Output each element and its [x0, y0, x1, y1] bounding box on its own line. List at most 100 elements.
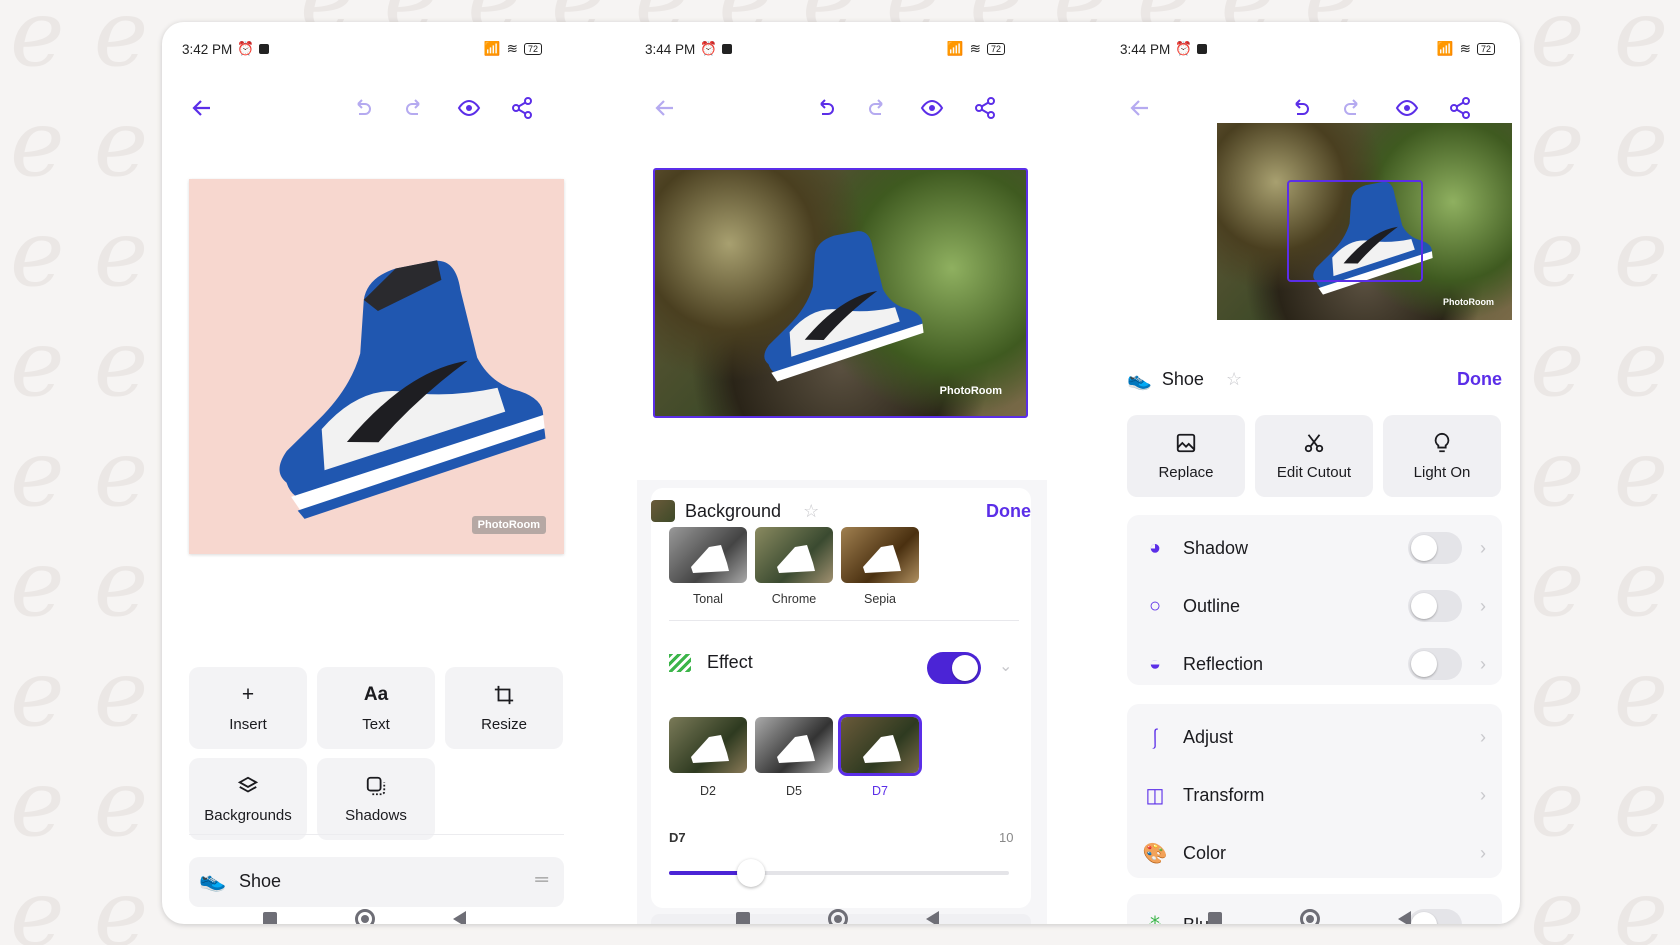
adjust-row[interactable]: ⎰ Adjust › — [1127, 708, 1502, 766]
palette-icon: 🎨 — [1142, 842, 1168, 865]
effect-row: Effect — [669, 652, 753, 673]
transform-icon: ◫ — [1145, 784, 1165, 807]
effect-label: D5 — [786, 784, 802, 798]
shadow-toggle[interactable] — [1408, 532, 1462, 564]
slider-max: 10 — [999, 830, 1014, 845]
preview-button[interactable] — [449, 84, 489, 132]
replace-button[interactable]: Replace — [1127, 415, 1245, 497]
share-icon — [975, 97, 995, 119]
intensity-slider[interactable] — [669, 859, 1009, 887]
battery-icon: 72 — [1476, 43, 1495, 55]
shadows-button[interactable]: Shadows — [317, 758, 435, 840]
recent-apps-icon[interactable] — [735, 912, 750, 924]
text-button[interactable]: Aa Text — [317, 667, 435, 749]
design-canvas[interactable]: PhotoRoom — [189, 179, 564, 554]
share-icon — [1450, 97, 1470, 119]
filter-sepia[interactable] — [841, 527, 919, 583]
shadow-row[interactable]: ◕ Shadow › — [1127, 519, 1502, 577]
done-button[interactable]: Done — [1457, 369, 1502, 390]
edit-cutout-button[interactable]: Edit Cutout — [1255, 415, 1373, 497]
back-button[interactable] — [182, 84, 222, 132]
text-icon: Aa — [363, 683, 389, 705]
design-canvas-selected[interactable]: PhotoRoom — [653, 168, 1028, 418]
back-button[interactable] — [645, 84, 685, 132]
photoroom-watermark: PhotoRoom — [1443, 297, 1494, 307]
share-button[interactable] — [502, 84, 542, 132]
wifi-icon: ≋ — [506, 41, 518, 56]
star-icon[interactable]: ☆ — [1226, 369, 1242, 390]
selection-box[interactable] — [1287, 180, 1423, 282]
layers-icon — [237, 775, 259, 797]
backgrounds-button[interactable]: Backgrounds — [189, 758, 307, 840]
redo-button[interactable] — [858, 84, 898, 132]
star-icon[interactable]: ☆ — [803, 501, 819, 522]
back-nav-icon[interactable] — [1398, 911, 1411, 924]
photoroom-watermark: PhotoRoom — [939, 385, 1002, 397]
screenshot-card: 3:42 PM ⏰ 📶 ≋ 72 PhotoRoom + Insert Aa T… — [162, 22, 1520, 924]
row-label: Adjust — [1183, 726, 1234, 747]
shoe-silhouette-icon — [691, 545, 729, 573]
action-label: Light On — [1413, 463, 1471, 481]
reflection-toggle[interactable] — [1408, 648, 1462, 680]
panel-title: Background — [685, 500, 782, 521]
slider-knob[interactable] — [736, 859, 765, 887]
panel-header: Background ☆ Done — [651, 495, 1031, 527]
back-nav-icon[interactable] — [452, 911, 466, 924]
tool-label: Resize — [481, 715, 527, 733]
preview-button[interactable] — [912, 84, 952, 132]
effect-d5[interactable] — [755, 717, 833, 773]
android-nav-bar — [1112, 904, 1507, 924]
insert-button[interactable]: + Insert — [189, 667, 307, 749]
alarm-icon: ⏰ — [700, 41, 718, 56]
signal-icon: 📶 — [1436, 41, 1454, 56]
layer-label: Shoe — [239, 871, 282, 891]
filter-chrome[interactable] — [755, 527, 833, 583]
redo-button[interactable] — [395, 84, 435, 132]
arrow-left-icon — [1130, 100, 1148, 116]
layer-row-shoe[interactable]: 👟 Shoe ═ — [189, 857, 564, 907]
phone-editor: 3:42 PM ⏰ 📶 ≋ 72 PhotoRoom + Insert Aa T… — [174, 22, 564, 924]
back-nav-icon[interactable] — [925, 911, 939, 924]
recent-apps-icon[interactable] — [262, 912, 277, 924]
chevron-right-icon: › — [1480, 537, 1486, 558]
transform-row[interactable]: ◫ Transform › — [1127, 766, 1502, 824]
reflection-row[interactable]: ◒ Reflection › — [1127, 635, 1502, 693]
shadow-icon — [365, 775, 387, 797]
status-bar: 3:44 PM ⏰ 📶 ≋ 72 — [1120, 38, 1495, 60]
color-row[interactable]: 🎨 Color › — [1127, 824, 1502, 882]
chevron-right-icon: › — [1480, 595, 1486, 616]
arrow-left-icon — [192, 100, 210, 116]
undo-button[interactable] — [805, 84, 845, 132]
panel-header: 👟 Shoe ☆ Done — [1127, 363, 1502, 395]
share-button[interactable] — [965, 84, 1005, 132]
filter-tonal[interactable] — [669, 527, 747, 583]
recent-apps-icon[interactable] — [1208, 912, 1222, 924]
home-icon[interactable] — [1300, 909, 1320, 924]
chevron-right-icon: › — [1480, 784, 1486, 805]
action-row: Replace Edit Cutout Light On — [1127, 415, 1502, 497]
notification-icon — [259, 44, 270, 54]
effect-d7-selected[interactable] — [838, 714, 922, 776]
effect-d2[interactable] — [669, 717, 747, 773]
outline-toggle[interactable] — [1408, 590, 1462, 622]
curve-icon: ⎰ — [1145, 728, 1165, 751]
undo-button[interactable] — [342, 84, 382, 132]
alarm-icon: ⏰ — [237, 41, 255, 56]
eye-icon — [920, 99, 944, 117]
home-icon[interactable] — [354, 909, 375, 924]
light-on-button[interactable]: Light On — [1383, 415, 1501, 497]
chevron-down-icon[interactable]: ⌄ — [999, 656, 1012, 676]
tool-label: Insert — [229, 715, 267, 733]
back-button[interactable] — [1120, 84, 1160, 132]
drag-handle-icon[interactable]: ═ — [535, 869, 548, 890]
done-button[interactable]: Done — [986, 501, 1031, 522]
effect-label: D7 — [872, 784, 888, 798]
design-canvas-small[interactable]: PhotoRoom — [1217, 123, 1512, 320]
status-time: 3:44 PM — [1120, 41, 1171, 57]
home-icon[interactable] — [827, 909, 848, 924]
effect-toggle[interactable] — [927, 652, 981, 684]
shoe-silhouette-icon — [863, 735, 901, 763]
wifi-icon: ≋ — [969, 41, 981, 56]
resize-button[interactable]: Resize — [445, 667, 563, 749]
outline-row[interactable]: ○ Outline › — [1127, 577, 1502, 635]
